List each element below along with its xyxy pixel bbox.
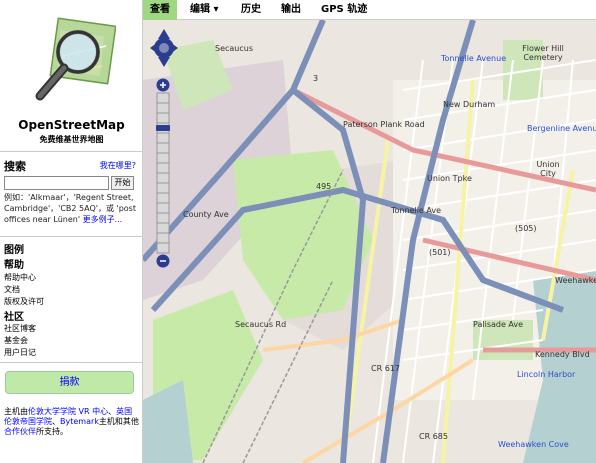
divider: [0, 151, 143, 152]
sidebar: OpenStreetMap 免费维基世界地图 搜索 我在哪里? 开始 例如：'A…: [0, 0, 143, 463]
pan-control[interactable]: [150, 27, 178, 69]
search-input[interactable]: [4, 176, 109, 190]
zoom-control[interactable]: [156, 78, 170, 268]
map-label: Tonnelle Ave: [391, 206, 442, 215]
map-label: 3: [313, 74, 319, 83]
site-subtitle: 免费维基世界地图: [39, 135, 104, 144]
tab-view[interactable]: 查看: [143, 0, 177, 20]
where-am-i-link[interactable]: 我在哪里?: [100, 160, 136, 171]
map-label: (501): [429, 248, 451, 257]
map-tiles: [143, 20, 596, 463]
map-label: 495: [316, 182, 332, 191]
map-label: CR 685: [419, 432, 448, 441]
help-center-link[interactable]: 帮助中心: [4, 272, 36, 283]
partners-link[interactable]: 合作伙伴: [4, 427, 36, 436]
site-title: OpenStreetMap: [18, 118, 125, 132]
vr-centre-link[interactable]: VR 中心: [79, 407, 109, 416]
documentation-link[interactable]: 文档: [4, 284, 20, 295]
map-label: Secaucus: [215, 44, 254, 53]
map-label: (505): [515, 224, 537, 233]
divider: [0, 362, 143, 363]
map-label: Weehawken Cove: [498, 440, 569, 449]
top-tabs: 查看 编辑 ▾ 历史 输出 GPS 轨迹: [143, 0, 596, 20]
hosting-suffix: 所支持。: [36, 427, 68, 436]
tab-gps-traces[interactable]: GPS 轨迹: [314, 0, 374, 20]
community-heading: 社区: [4, 312, 24, 323]
search-examples: 例如：'Alkmaar'，'Regent Street, Cambridge'，…: [4, 192, 136, 225]
hosting-sep: 、: [108, 407, 117, 416]
openstreetmap-logo[interactable]: [24, 16, 117, 108]
search-heading: 搜索: [4, 160, 26, 173]
map-label: Paterson Plank Road: [343, 120, 425, 129]
map-label: Union Tpke: [427, 174, 472, 183]
map-label: Lincoln Harbor: [517, 370, 576, 379]
map-label: Secaucus Rd: [235, 320, 287, 329]
map-label: Kennedy Blvd: [535, 350, 590, 359]
more-examples-link[interactable]: 更多例子...: [83, 215, 123, 224]
map-label: CR 617: [371, 364, 400, 373]
divider: [0, 236, 143, 237]
map-label: Palisade Ave: [473, 320, 524, 329]
map-label: County Ave: [183, 210, 229, 219]
map-view[interactable]: Secaucus Tonnelle Avenue Flower Hill Cem…: [143, 20, 596, 463]
map-label: Union City: [536, 160, 560, 178]
foundation-link[interactable]: 基金会: [4, 335, 28, 346]
map-label: Weehawken: [555, 276, 596, 285]
donate-button[interactable]: 捐款: [5, 371, 134, 394]
hosting-credits: 主机由伦敦大学学院 VR 中心、英国伦敦帝国学院、Bytemark主机和其他合作…: [4, 407, 140, 437]
tab-edit[interactable]: 编辑 ▾: [183, 0, 226, 20]
map-label: Flower Hill Cemetery: [522, 44, 564, 62]
tab-history[interactable]: 历史: [234, 0, 268, 20]
map-label: New Durham: [443, 100, 496, 109]
map-label: Tonnelle Avenue: [441, 54, 507, 63]
search-go-button[interactable]: 开始: [111, 176, 134, 190]
bytemark-link[interactable]: Bytemark: [60, 417, 99, 426]
tab-export[interactable]: 输出: [274, 0, 308, 20]
map-label: Bergenline Avenue: [527, 124, 596, 133]
community-blog-link[interactable]: 社区博客: [4, 323, 36, 334]
hosting-sep: 、: [52, 417, 60, 426]
hosting-prefix: 主机由: [4, 407, 28, 416]
hosting-sep: 主机和其他: [98, 417, 139, 426]
user-diaries-link[interactable]: 用户日记: [4, 347, 36, 358]
copyright-link[interactable]: 版权及许可: [4, 296, 44, 307]
help-heading: 帮助: [4, 260, 24, 271]
legend-link[interactable]: 图例: [4, 241, 24, 256]
ucl-link[interactable]: 伦敦大学学院: [28, 407, 76, 416]
